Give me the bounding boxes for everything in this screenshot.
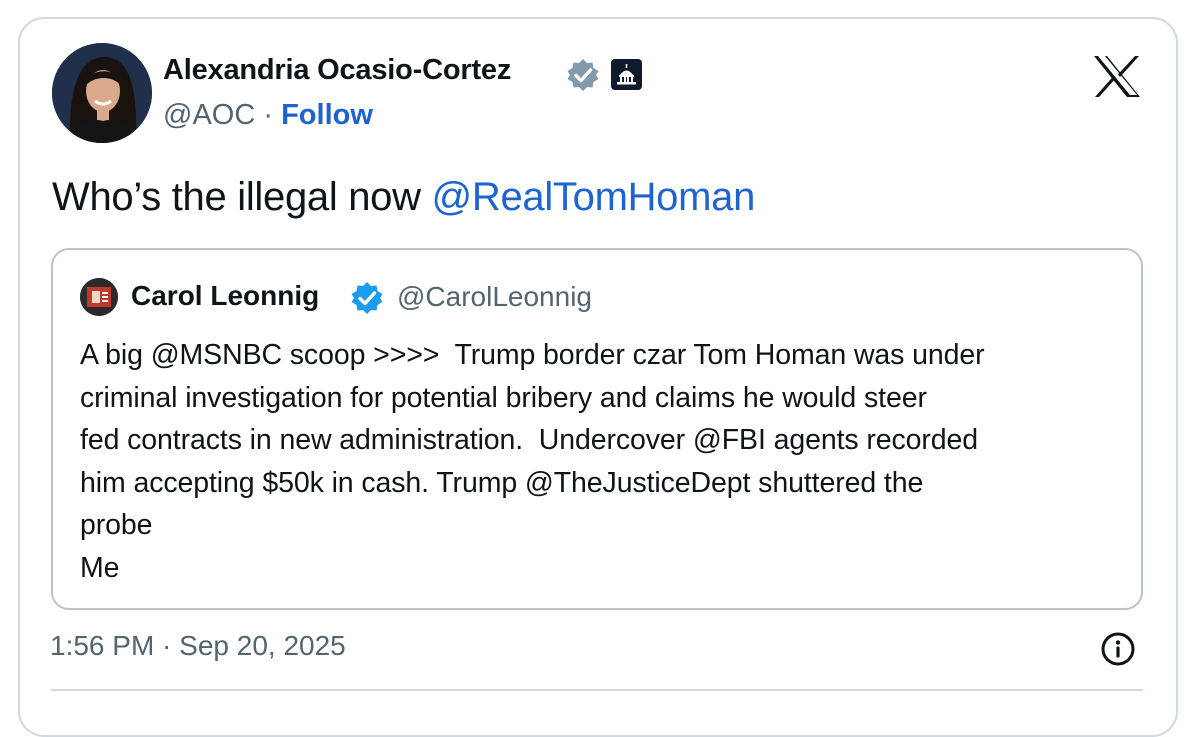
quote-line: A big @MSNBC scoop >>>> Trump border cza… [80,339,985,371]
author-handle-row: @AOC · Follow [163,99,373,132]
divider [51,689,1143,691]
mention-link[interactable]: @RealTomHoman [432,175,756,219]
x-logo-icon[interactable] [1093,55,1141,98]
info-icon[interactable] [1100,631,1136,667]
quote-text: A big @MSNBC scoop >>>> Trump border cza… [80,334,1130,589]
quote-line: him accepting $50k in cash. Trump @TheJu… [80,466,924,499]
quote-author-avatar[interactable] [80,278,118,316]
author-name[interactable]: Alexandria Ocasio-Cortez [163,54,511,87]
follow-button[interactable]: Follow [281,99,373,131]
author-avatar[interactable] [52,43,152,143]
post-timestamp[interactable]: 1:56 PM · Sep 20, 2025 [50,630,346,662]
author-handle[interactable]: @AOC [163,99,255,131]
tweet-text: Who’s the illegal now @RealTomHoman [52,175,755,220]
quote-author-handle[interactable]: @CarolLeonnig [397,281,592,313]
tweet-body: Who’s the illegal now [52,175,432,219]
quote-line: criminal investigation for potential bri… [80,381,927,414]
quote-line: Me [80,551,120,584]
capitol-building-icon [611,59,642,90]
quote-author-name[interactable]: Carol Leonnig [131,280,319,312]
quote-line: probe [80,509,153,541]
quote-line: fed contracts in new administration. Und… [80,424,979,456]
verified-gray-icon [567,59,599,91]
handle-separator: · [255,99,282,131]
verified-blue-icon [351,282,383,314]
